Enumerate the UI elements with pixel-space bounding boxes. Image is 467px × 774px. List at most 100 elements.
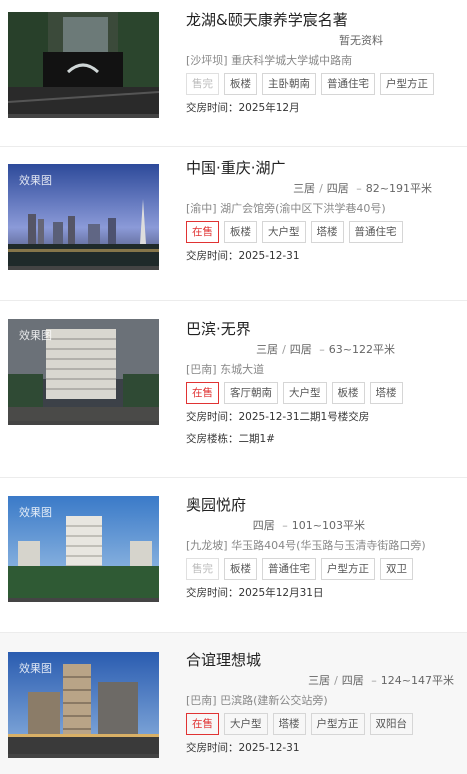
delivery-value: 2025-12-31二期1号楼交房 [238, 411, 370, 423]
listing-thumbnail[interactable]: 效果图 [8, 164, 159, 270]
area-dash: – [356, 182, 362, 195]
listing-thumbnail[interactable]: 效果图 [8, 496, 159, 602]
feature-tag: 客厅朝南 [224, 382, 278, 404]
feature-tag: 板楼 [224, 221, 257, 243]
thumbnail-bar [8, 754, 159, 758]
feature-tag: 双阳台 [369, 713, 413, 735]
status-badge: 在售 [186, 713, 219, 735]
listing-card[interactable]: 效果图 巴滨·无界 三居 / 四居 –63~122平米 [巴南] 东城大道 在售 客… [0, 301, 467, 478]
delivery-label: 交房时间： [186, 411, 239, 423]
tag-row: 在售 板楼 大户型 塔楼 普通住宅 [186, 221, 457, 243]
status-badge: 在售 [186, 221, 219, 243]
thumbnail-bar [8, 266, 159, 270]
delivery-row: 交房时间：2025年12月31日 [186, 582, 457, 604]
feature-tag: 户型方正 [310, 713, 365, 735]
feature-tag: 普通住宅 [262, 558, 316, 580]
meta-rooms: 四居 [289, 343, 312, 356]
meta-separator: / [319, 182, 323, 195]
listing-title[interactable]: 合谊理想城 [186, 649, 457, 671]
tag-row: 在售 客厅朝南 大户型 板楼 塔楼 [186, 382, 457, 404]
feature-tag: 板楼 [224, 73, 257, 95]
feature-tag: 普通住宅 [321, 73, 375, 95]
feature-tag: 大户型 [224, 713, 268, 735]
delivery-label: 交房时间： [186, 250, 239, 262]
meta-rooms: 四居 [341, 674, 364, 687]
building-label: 交房楼栋： [186, 433, 239, 445]
meta-rooms: 四居 [252, 519, 275, 532]
thumbnail-bar [8, 598, 159, 602]
listing-card[interactable]: 效果图 奥园悦府 四居 –101~103平米 [九龙坡] 华玉路404号(华玉路… [0, 478, 467, 633]
status-badge: 在售 [186, 382, 219, 404]
listing-title[interactable]: 中国·重庆·湖广 [186, 157, 457, 179]
feature-tag: 主卧朝南 [262, 73, 316, 95]
meta-area: 124~147平米 [380, 674, 454, 687]
delivery-label: 交房时间： [186, 102, 239, 114]
delivery-value: 2025-12-31 [238, 250, 300, 262]
tag-row: 售完 板楼 普通住宅 户型方正 双卫 [186, 558, 457, 580]
delivery-value: 2025-12-31 [238, 742, 300, 754]
building-value: 二期1# [238, 433, 275, 445]
delivery-row: 交房时间：2025年12月 [186, 97, 457, 119]
delivery-label: 交房时间： [186, 587, 239, 599]
thumbnail-bar [8, 114, 159, 118]
meta-separator: / [334, 674, 338, 687]
listing-meta: 三居 / 四居 –124~147平米 [186, 671, 454, 691]
listing-title[interactable]: 巴滨·无界 [186, 318, 457, 340]
delivery-value: 2025年12月31日 [238, 587, 324, 599]
feature-tag: 板楼 [331, 382, 365, 404]
watermark-label: 效果图 [19, 662, 52, 675]
tag-row: 售完 板楼 主卧朝南 普通住宅 户型方正 [186, 73, 457, 95]
area-dash: – [319, 343, 325, 356]
feature-tag: 大户型 [283, 382, 327, 404]
meta-rooms: 三居 [256, 343, 279, 356]
status-badge: 售完 [186, 73, 219, 95]
listing-list: 龙湖&颐天康养学宸名著 暂无资料 [沙坪坝] 重庆科学城大学城中路南 售完 板楼… [0, 0, 467, 774]
meta-area: 63~122平米 [328, 343, 395, 356]
meta-rooms: 三居 [308, 674, 331, 687]
delivery-row: 交房时间：2025-12-31 [186, 245, 457, 267]
watermark-label: 效果图 [19, 174, 52, 187]
listing-address: [巴南] 东城大道 [186, 363, 265, 376]
feature-tag: 板楼 [224, 558, 257, 580]
status-badge: 售完 [186, 558, 219, 580]
listing-address: [九龙坡] 华玉路404号(华玉路与玉清寺街路口旁) [186, 539, 426, 552]
feature-tag: 塔楼 [272, 713, 306, 735]
listing-thumbnail[interactable]: 效果图 [8, 652, 159, 758]
listing-meta: 四居 –101~103平米 [186, 516, 365, 536]
area-dash: – [282, 519, 288, 532]
listing-card[interactable]: 效果图 中国·重庆·湖广 三居 / 四居 –82~191平米 [渝中] 湖广会馆旁(… [0, 147, 467, 301]
listing-card[interactable]: 效果图 合谊理想城 三居 / 四居 –124~147平米 [巴南] 巴滨路(建新公交… [0, 633, 467, 774]
feature-tag: 双卫 [380, 558, 413, 580]
delivery-value: 2025年12月 [238, 102, 300, 114]
feature-tag: 普通住宅 [348, 221, 403, 243]
listing-title[interactable]: 奥园悦府 [186, 494, 457, 516]
feature-tag: 户型方正 [380, 73, 434, 95]
building-row: 交房楼栋：二期1# [186, 428, 457, 450]
listing-meta: 三居 / 四居 –63~122平米 [186, 340, 395, 360]
delivery-label: 交房时间： [186, 742, 239, 754]
meta-rooms: 三居 [293, 182, 316, 195]
listing-title[interactable]: 龙湖&颐天康养学宸名著 [186, 9, 457, 31]
listing-card[interactable]: 龙湖&颐天康养学宸名著 暂无资料 [沙坪坝] 重庆科学城大学城中路南 售完 板楼… [0, 0, 467, 147]
meta-no-data: 暂无资料 [339, 34, 383, 47]
meta-rooms: 四居 [326, 182, 349, 195]
area-dash: – [371, 674, 377, 687]
listing-thumbnail[interactable] [8, 12, 159, 118]
meta-area: 82~191平米 [365, 182, 432, 195]
feature-tag: 户型方正 [321, 558, 375, 580]
listing-address: [渝中] 湖广会馆旁(渝中区下洪学巷40号) [186, 202, 386, 215]
feature-tag: 塔楼 [369, 382, 403, 404]
listing-meta: 暂无资料 [186, 31, 383, 51]
listing-thumbnail[interactable]: 效果图 [8, 319, 159, 425]
feature-tag: 塔楼 [310, 221, 344, 243]
watermark-label: 效果图 [19, 329, 52, 342]
listing-photo [8, 12, 159, 118]
meta-area: 101~103平米 [291, 519, 365, 532]
listing-address: [沙坪坝] 重庆科学城大学城中路南 [186, 54, 353, 67]
listing-meta: 三居 / 四居 –82~191平米 [186, 179, 432, 199]
thumbnail-bar [8, 421, 159, 425]
feature-tag: 大户型 [262, 221, 306, 243]
listing-address: [巴南] 巴滨路(建新公交站旁) [186, 694, 328, 707]
watermark-label: 效果图 [19, 506, 52, 519]
delivery-row: 交房时间：2025-12-31二期1号楼交房 [186, 406, 457, 428]
